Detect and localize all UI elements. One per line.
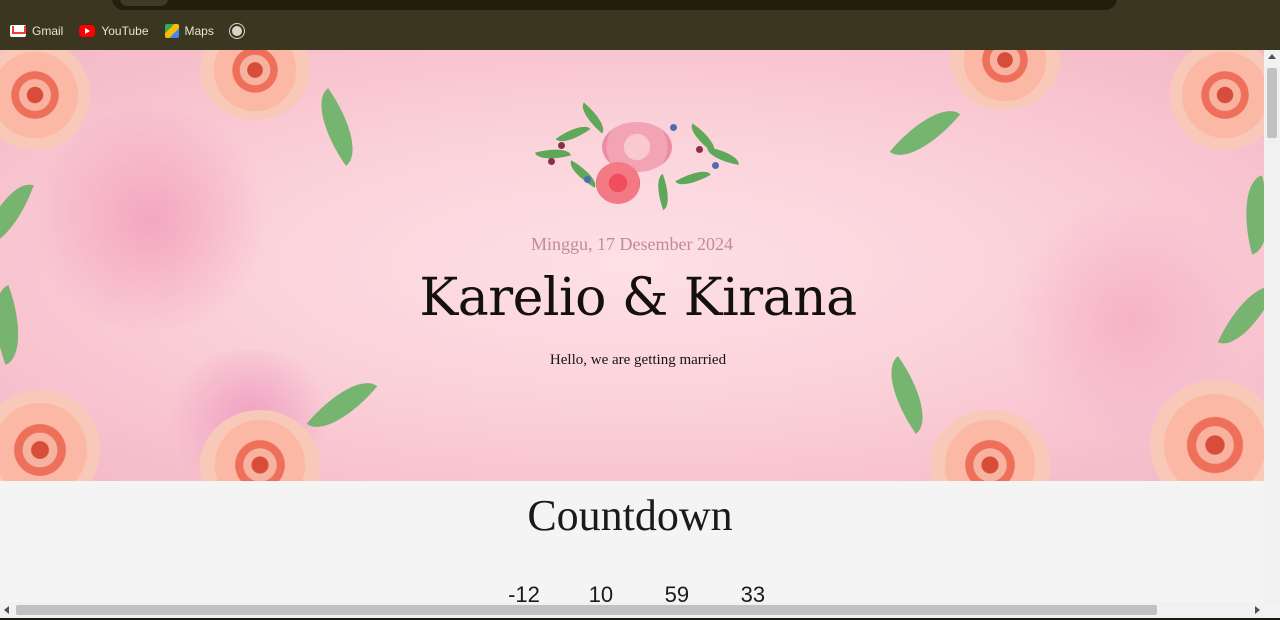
rose-decoration bbox=[0, 390, 100, 481]
maps-icon bbox=[164, 24, 179, 38]
site-info-icon[interactable] bbox=[120, 0, 168, 6]
rose-decoration bbox=[950, 50, 1060, 110]
tagline: Hello, we are getting married bbox=[549, 352, 727, 368]
wedding-date: Minggu, 17 Desember 2024 bbox=[531, 234, 733, 254]
leaf-decoration bbox=[303, 88, 371, 166]
gmail-icon bbox=[10, 25, 26, 37]
bookmark-label: YouTube bbox=[101, 24, 149, 38]
bookmark-gmail[interactable]: Gmail bbox=[10, 24, 63, 38]
bookmark-youtube[interactable]: YouTube bbox=[79, 24, 149, 38]
bookmark-label: Gmail bbox=[32, 24, 64, 38]
floral-bouquet-icon bbox=[535, 102, 742, 211]
bookmark-globe[interactable] bbox=[229, 24, 244, 38]
address-bar[interactable] bbox=[112, 0, 1117, 10]
leaf-decoration bbox=[889, 95, 961, 171]
youtube-icon bbox=[79, 25, 96, 37]
countdown-title: Countdown bbox=[527, 491, 733, 540]
couple-names: Karelio & Kirana bbox=[419, 268, 857, 328]
scroll-up-icon[interactable] bbox=[1268, 54, 1276, 59]
browser-top-bar bbox=[0, 0, 1280, 12]
horizontal-scroll-thumb[interactable] bbox=[16, 605, 1157, 615]
rose-decoration bbox=[200, 50, 310, 120]
scroll-left-icon[interactable] bbox=[4, 606, 9, 614]
bookmark-maps[interactable]: Maps bbox=[164, 24, 214, 38]
scroll-right-icon[interactable] bbox=[1255, 606, 1260, 614]
vertical-scrollbar[interactable] bbox=[1264, 50, 1280, 604]
vertical-scroll-thumb[interactable] bbox=[1267, 68, 1277, 138]
rose-decoration bbox=[930, 410, 1050, 481]
hero-banner: Minggu, 17 Desember 2024 Karelio & Kiran… bbox=[0, 50, 1264, 481]
bookmark-label: Maps bbox=[184, 24, 214, 38]
bookmarks-bar: Gmail YouTube Maps bbox=[0, 12, 1280, 50]
rose-decoration bbox=[1170, 50, 1264, 150]
horizontal-scrollbar[interactable] bbox=[0, 602, 1264, 618]
globe-icon bbox=[229, 24, 244, 38]
